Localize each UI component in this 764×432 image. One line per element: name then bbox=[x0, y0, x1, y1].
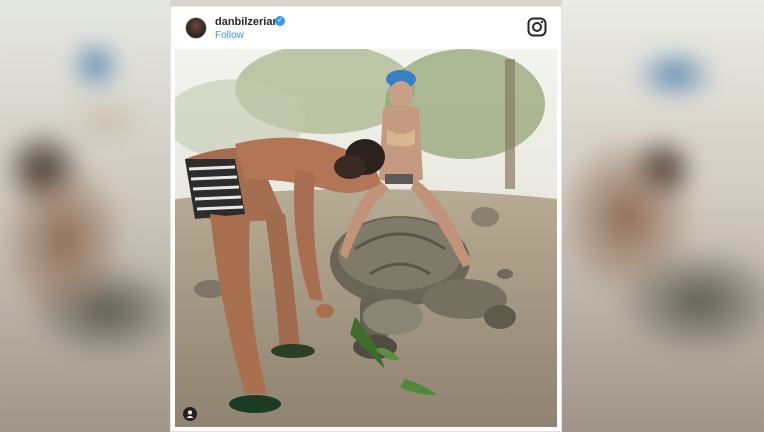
blurred-photo-right bbox=[562, 0, 764, 432]
post-photo[interactable] bbox=[175, 49, 557, 427]
follow-button[interactable]: Follow bbox=[215, 30, 244, 41]
instagram-logo-icon[interactable] bbox=[527, 17, 547, 37]
instagram-embed-card: danbilzerian ✓ Follow bbox=[170, 6, 562, 432]
profile-avatar[interactable] bbox=[185, 17, 207, 39]
photo-scene bbox=[175, 49, 557, 427]
blurred-background-right bbox=[562, 0, 764, 432]
username-link[interactable]: danbilzerian bbox=[215, 16, 279, 28]
verified-badge-icon: ✓ bbox=[275, 16, 285, 26]
user-tag-icon[interactable] bbox=[183, 407, 197, 421]
blurred-photo-left bbox=[0, 0, 170, 432]
post-header: danbilzerian ✓ Follow bbox=[171, 7, 561, 49]
blurred-background-left bbox=[0, 0, 170, 432]
